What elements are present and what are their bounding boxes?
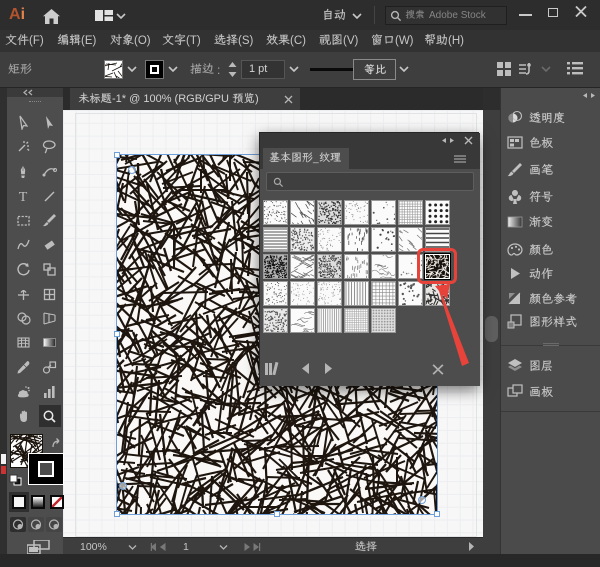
svg-text:T: T [18, 190, 27, 204]
